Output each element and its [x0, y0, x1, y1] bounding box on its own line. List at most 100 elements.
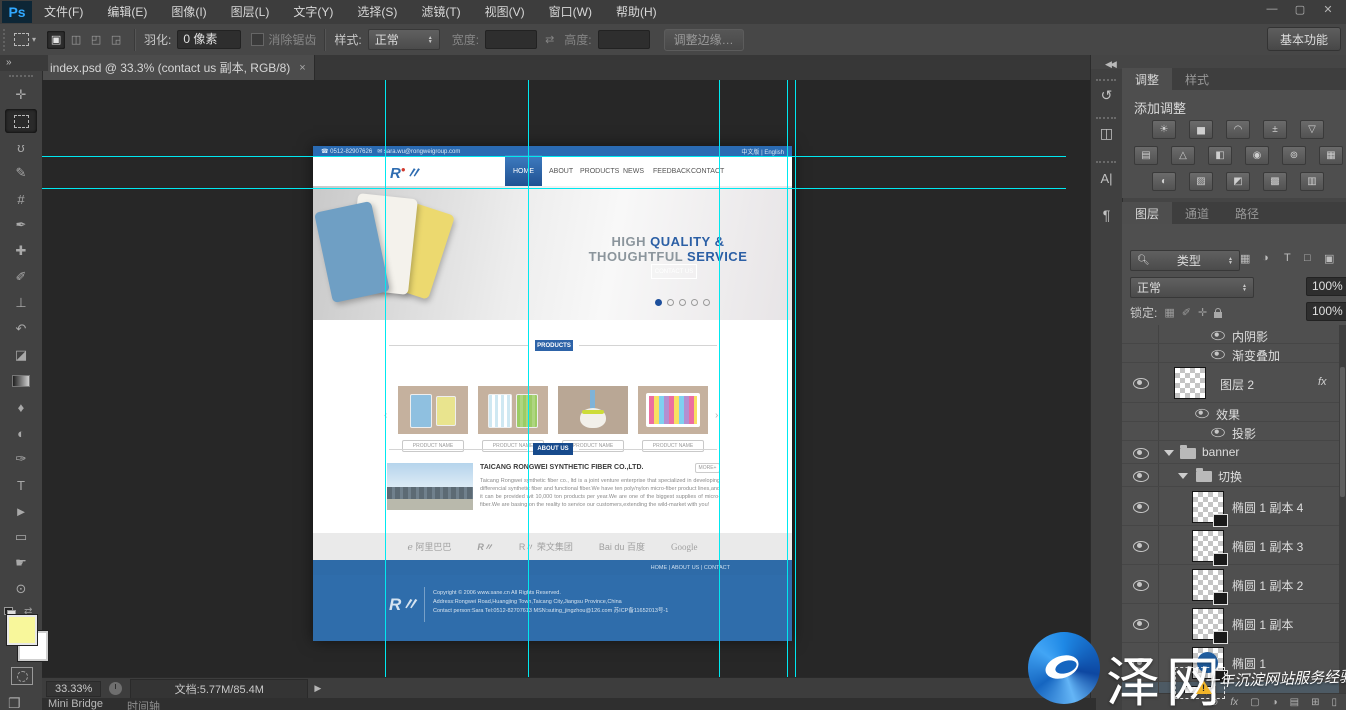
paragraph-panel-icon[interactable]: ¶: [1091, 207, 1122, 223]
menu-layer[interactable]: 图层(L): [219, 0, 282, 24]
refine-edge-button[interactable]: 调整边缘…: [664, 29, 744, 51]
rectangle-tool[interactable]: ▭: [5, 525, 37, 549]
add-to-selection-button[interactable]: ◫: [67, 31, 85, 49]
filter-adjustment-layers-icon[interactable]: ◑: [1262, 252, 1269, 264]
quick-selection-tool[interactable]: ✎: [5, 161, 37, 185]
layer-filter-select[interactable]: 🔍︎ 类型 ▲▼: [1130, 250, 1240, 271]
pen-tool[interactable]: ✑: [5, 447, 37, 471]
tools-collapse-button[interactable]: »: [0, 55, 48, 71]
layer-thumbnail[interactable]: [1192, 569, 1224, 601]
menu-view[interactable]: 视图(V): [473, 0, 537, 24]
crop-tool[interactable]: #: [5, 187, 37, 211]
tab-layers[interactable]: 图层: [1122, 202, 1172, 224]
visibility-eye-icon[interactable]: [1133, 471, 1149, 482]
visibility-eye-icon[interactable]: [1211, 428, 1225, 437]
new-group-icon[interactable]: ▤: [1290, 697, 1299, 708]
tab-paths[interactable]: 路径: [1222, 202, 1272, 224]
selective-color-icon[interactable]: ▥: [1300, 172, 1324, 191]
layer-group-row[interactable]: 切换: [1122, 464, 1340, 487]
lasso-tool[interactable]: ʊ: [5, 135, 37, 159]
photo-filter-icon[interactable]: ◉: [1245, 146, 1269, 165]
visibility-eye-icon[interactable]: [1133, 448, 1149, 459]
visibility-eye-icon[interactable]: [1195, 409, 1209, 418]
posterize-icon[interactable]: ▨: [1189, 172, 1213, 191]
tab-channels[interactable]: 通道: [1172, 202, 1222, 224]
menu-select[interactable]: 选择(S): [345, 0, 409, 24]
visibility-eye-icon[interactable]: [1133, 541, 1149, 552]
tab-timeline[interactable]: 时间轴: [127, 698, 160, 710]
visibility-eye-icon[interactable]: [1211, 350, 1225, 359]
menu-edit[interactable]: 编辑(E): [95, 0, 159, 24]
canvas-area[interactable]: ☎ 0512-82907626 ✉ sara.wu@rongweigroup.c…: [42, 80, 1090, 677]
layer-thumbnail[interactable]: [1192, 491, 1224, 523]
subtract-from-selection-button[interactable]: ◰: [87, 31, 105, 49]
expand-triangle-icon[interactable]: [1178, 473, 1188, 479]
foreground-color-swatch[interactable]: [7, 615, 37, 645]
vertical-guide[interactable]: [719, 80, 720, 677]
visibility-eye-icon[interactable]: [1133, 619, 1149, 630]
fx-badge[interactable]: fx: [1318, 376, 1327, 388]
tab-adjustments[interactable]: 调整: [1122, 68, 1172, 90]
workspace-switcher-button[interactable]: 基本功能: [1267, 27, 1341, 51]
gradient-map-icon[interactable]: ▩: [1263, 172, 1287, 191]
menu-help[interactable]: 帮助(H): [604, 0, 669, 24]
tab-close-icon[interactable]: ×: [299, 62, 305, 74]
layer-style-icon[interactable]: fx: [1230, 697, 1238, 708]
black-white-icon[interactable]: ◧: [1208, 146, 1232, 165]
expand-triangle-icon[interactable]: [1164, 450, 1174, 456]
style-select[interactable]: 正常 ▲▼: [368, 29, 440, 50]
screen-mode-button[interactable]: ❐: [8, 695, 21, 710]
layer-mask-icon[interactable]: ▢: [1250, 697, 1259, 708]
filter-shape-layers-icon[interactable]: □: [1304, 252, 1311, 264]
layer-thumbnail[interactable]: [1192, 608, 1224, 640]
hue-saturation-icon[interactable]: ▤: [1134, 146, 1158, 165]
menu-image[interactable]: 图像(I): [159, 0, 218, 24]
brightness-contrast-icon[interactable]: ☀: [1152, 120, 1176, 139]
color-balance-icon[interactable]: △: [1171, 146, 1195, 165]
quick-mask-button[interactable]: [11, 667, 33, 685]
adjustment-layer-icon[interactable]: ◑: [1272, 697, 1278, 708]
new-layer-icon[interactable]: ⊞: [1311, 697, 1319, 708]
layer-effect-row[interactable]: 效果: [1122, 403, 1340, 422]
status-menu-arrow[interactable]: ▶: [314, 683, 321, 694]
vibrance-icon[interactable]: ▽: [1300, 120, 1324, 139]
levels-icon[interactable]: ▅: [1189, 120, 1213, 139]
curves-icon[interactable]: ◠: [1226, 120, 1250, 139]
filter-pixel-layers-icon[interactable]: ▦: [1240, 252, 1250, 265]
spot-healing-brush-tool[interactable]: ✚: [5, 239, 37, 263]
opacity-input[interactable]: 100%: [1306, 277, 1346, 296]
lock-all-icon[interactable]: [1214, 312, 1222, 318]
filter-type-layers-icon[interactable]: T: [1284, 252, 1291, 264]
layer-group-row[interactable]: banner: [1122, 441, 1340, 464]
visibility-eye-icon[interactable]: [1211, 331, 1225, 340]
restore-button[interactable]: ▢: [1286, 0, 1314, 18]
brush-tool[interactable]: ✐: [5, 265, 37, 289]
antialias-checkbox[interactable]: [251, 33, 264, 46]
layer-effect-row[interactable]: 渐变叠加: [1122, 344, 1340, 363]
invert-icon[interactable]: ◐: [1152, 172, 1176, 191]
eraser-tool[interactable]: ◪: [5, 343, 37, 367]
gradient-tool[interactable]: [5, 369, 37, 393]
zoom-level-field[interactable]: 33.33%: [46, 681, 101, 697]
layer-row[interactable]: 椭圆 1 副本 4: [1122, 487, 1340, 526]
visibility-eye-icon[interactable]: [1133, 580, 1149, 591]
lock-paint-icon[interactable]: ✐: [1182, 306, 1191, 319]
layer-row[interactable]: 图层 2 fx: [1122, 363, 1340, 403]
vertical-guide[interactable]: [787, 80, 788, 677]
clone-stamp-tool[interactable]: ⊥: [5, 291, 37, 315]
properties-panel-icon[interactable]: ◫: [1091, 125, 1122, 142]
lock-position-icon[interactable]: ✛: [1198, 306, 1207, 319]
move-tool[interactable]: ✛: [5, 83, 37, 107]
threshold-icon[interactable]: ◩: [1226, 172, 1250, 191]
menu-filter[interactable]: 滤镜(T): [409, 0, 472, 24]
layer-row[interactable]: 椭圆 1 副本 2: [1122, 565, 1340, 604]
document-tab[interactable]: index.psd @ 33.3% (contact us 副本, RGB/8)…: [42, 55, 315, 80]
vertical-guide[interactable]: [385, 80, 386, 677]
close-button[interactable]: ✕: [1314, 0, 1342, 18]
hand-tool[interactable]: ☛: [5, 551, 37, 575]
tab-mini-bridge[interactable]: Mini Bridge: [48, 698, 103, 710]
filter-smart-objects-icon[interactable]: ▣: [1324, 252, 1334, 265]
vertical-guide[interactable]: [528, 80, 529, 677]
color-lookup-icon[interactable]: ▦: [1319, 146, 1343, 165]
layer-thumbnail[interactable]: [1174, 367, 1206, 399]
